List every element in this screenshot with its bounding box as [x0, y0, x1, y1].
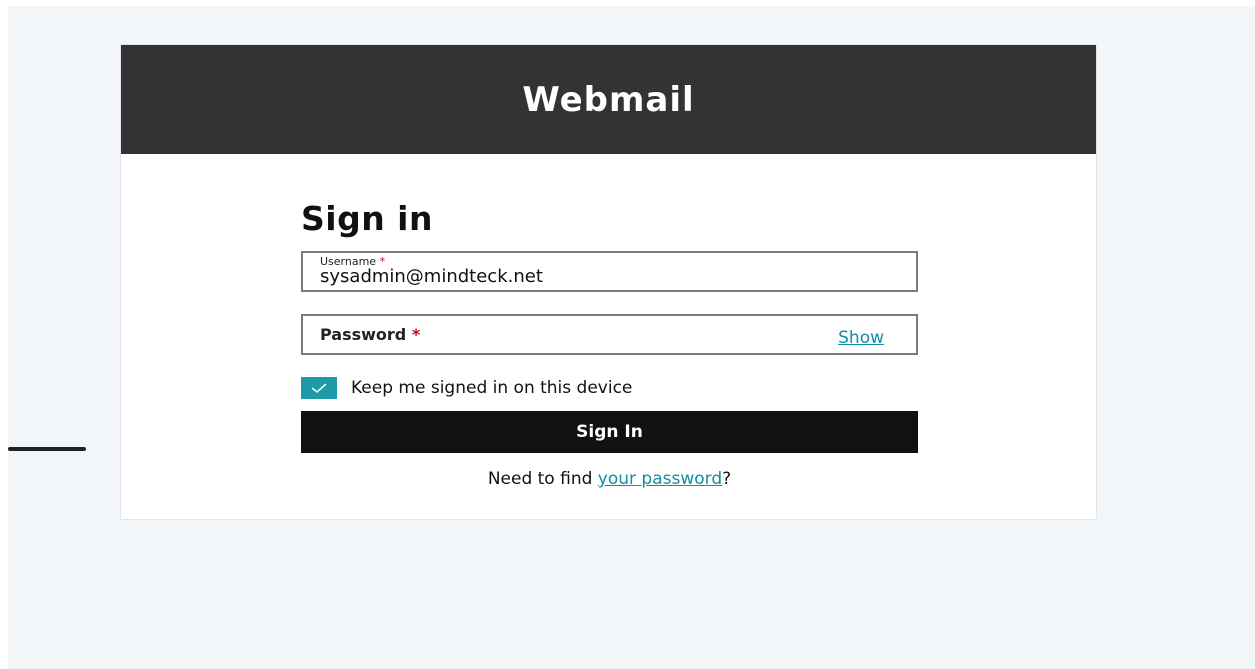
password-help: Need to find your password? [301, 469, 918, 489]
login-card: Webmail Sign in Username * Password * Sh… [120, 44, 1097, 520]
keep-signed-in-label: Keep me signed in on this device [351, 378, 633, 398]
side-dash-decoration [8, 447, 86, 451]
username-input[interactable] [320, 266, 880, 287]
password-help-suffix: ? [722, 469, 732, 489]
password-help-prefix: Need to find [487, 469, 598, 489]
password-label-text: Password [320, 325, 407, 344]
show-password-link[interactable]: Show [838, 328, 884, 348]
password-required-mark: * [411, 325, 421, 344]
sign-in-button[interactable]: Sign In [301, 411, 918, 453]
password-field[interactable]: Password * Show [301, 314, 918, 355]
keep-signed-in-row[interactable]: Keep me signed in on this device [301, 377, 918, 399]
app-title: Webmail [522, 79, 695, 120]
keep-signed-in-checkbox[interactable] [301, 377, 337, 399]
signin-form: Sign in Username * Password * Show Keep … [301, 195, 918, 489]
find-password-link[interactable]: your password [598, 469, 722, 489]
password-label: Password * [320, 325, 420, 344]
username-field[interactable]: Username * [301, 251, 918, 292]
checkmark-icon [311, 383, 327, 394]
card-header: Webmail [121, 45, 1096, 154]
signin-heading: Sign in [301, 199, 433, 238]
